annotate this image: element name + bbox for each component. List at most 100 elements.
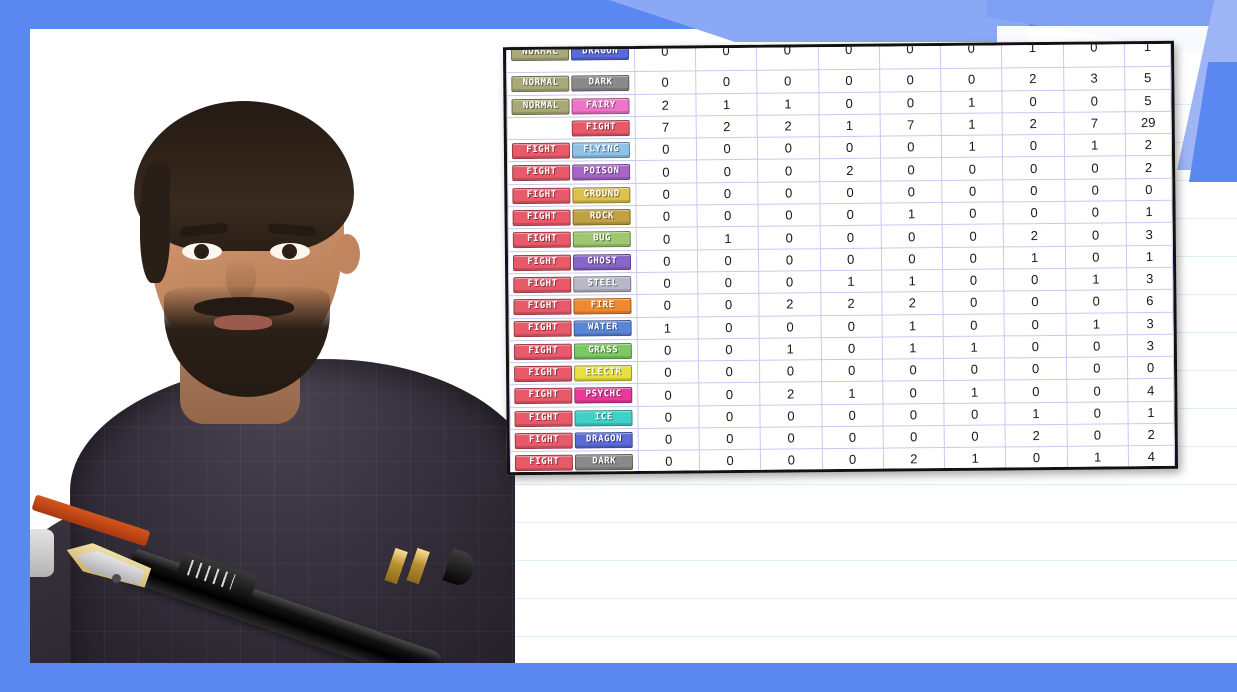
count-cell[interactable]: 1: [1063, 133, 1126, 157]
count-cell[interactable]: 0: [1002, 156, 1065, 180]
row-total-cell[interactable]: 5: [1124, 88, 1172, 112]
count-cell[interactable]: 2: [759, 292, 821, 316]
count-cell[interactable]: 0: [756, 40, 819, 62]
count-cell[interactable]: 0: [636, 249, 698, 273]
count-cell[interactable]: 0: [697, 248, 759, 272]
count-cell[interactable]: 0: [820, 314, 883, 338]
count-cell[interactable]: 0: [635, 182, 697, 206]
count-cell[interactable]: 1: [943, 335, 1005, 359]
count-cell[interactable]: 2: [1005, 424, 1067, 448]
count-cell[interactable]: 1: [1065, 267, 1127, 291]
count-cell[interactable]: 7: [879, 113, 942, 137]
row-total-cell[interactable]: 6: [1126, 289, 1174, 313]
count-cell[interactable]: 0: [1004, 357, 1067, 381]
type-combination-cell[interactable]: FIGHT DARK: [510, 450, 639, 475]
count-cell[interactable]: 0: [942, 268, 1005, 292]
count-cell[interactable]: 1: [944, 447, 1006, 471]
count-cell[interactable]: 1: [818, 114, 881, 137]
count-cell[interactable]: 0: [699, 427, 761, 451]
count-cell[interactable]: 0: [1066, 356, 1128, 380]
type-combination-cell[interactable]: FIGHT ELECTR: [509, 361, 638, 386]
count-cell[interactable]: 0: [636, 271, 698, 295]
count-cell[interactable]: 1: [941, 135, 1003, 159]
count-cell[interactable]: 1: [880, 202, 943, 226]
count-cell[interactable]: 0: [698, 382, 761, 406]
count-cell[interactable]: 0: [1002, 89, 1064, 113]
count-cell[interactable]: 0: [1005, 446, 1068, 470]
row-total-cell[interactable]: 3: [1126, 222, 1173, 246]
count-cell[interactable]: 0: [817, 40, 880, 62]
count-cell[interactable]: 1: [882, 336, 944, 360]
count-cell[interactable]: 0: [942, 224, 1004, 248]
count-cell[interactable]: 0: [1064, 178, 1126, 202]
row-total-cell[interactable]: 1: [1125, 200, 1173, 224]
count-cell[interactable]: 1: [1003, 246, 1066, 269]
count-cell[interactable]: 2: [757, 114, 819, 138]
count-cell[interactable]: 0: [696, 159, 759, 183]
count-cell[interactable]: 0: [635, 227, 698, 251]
count-cell[interactable]: 1: [1066, 446, 1129, 469]
type-combination-cell[interactable]: FIGHT DRAGON: [510, 428, 639, 453]
row-total-cell[interactable]: 2: [1128, 423, 1175, 447]
count-cell[interactable]: 0: [758, 226, 820, 249]
count-cell[interactable]: 0: [1066, 401, 1129, 425]
count-cell[interactable]: 0: [940, 40, 1002, 60]
count-cell[interactable]: 1: [636, 316, 699, 340]
count-cell[interactable]: 0: [696, 137, 758, 161]
count-cell[interactable]: 0: [637, 405, 700, 429]
row-total-cell[interactable]: 0: [1125, 178, 1172, 201]
count-cell[interactable]: 0: [1064, 223, 1127, 247]
count-cell[interactable]: 0: [941, 157, 1004, 181]
count-cell[interactable]: 2: [1003, 223, 1066, 247]
count-cell[interactable]: 0: [1005, 379, 1067, 403]
count-cell[interactable]: 1: [1065, 312, 1128, 336]
count-cell[interactable]: 0: [635, 160, 697, 184]
row-total-cell[interactable]: 29: [1125, 111, 1172, 134]
count-cell[interactable]: 0: [695, 70, 758, 94]
count-cell[interactable]: 0: [696, 182, 759, 205]
count-cell[interactable]: 0: [1004, 335, 1067, 359]
count-cell[interactable]: 0: [698, 315, 760, 339]
count-cell[interactable]: 0: [879, 40, 941, 61]
row-total-cell[interactable]: 3: [1126, 267, 1173, 291]
type-combination-cell[interactable]: FIGHT ROCK: [507, 205, 636, 230]
count-cell[interactable]: 1: [759, 337, 822, 361]
count-cell[interactable]: 0: [942, 291, 1005, 315]
row-total-cell[interactable]: 2: [1125, 155, 1172, 179]
count-cell[interactable]: 0: [882, 358, 944, 382]
count-cell[interactable]: 0: [942, 202, 1004, 225]
type-combination-cell[interactable]: NORMAL FAIRY: [506, 94, 635, 118]
count-cell[interactable]: 0: [696, 204, 759, 228]
count-cell[interactable]: 0: [637, 427, 700, 451]
count-cell[interactable]: 0: [1064, 156, 1126, 180]
count-cell[interactable]: 0: [880, 135, 942, 159]
count-cell[interactable]: 0: [880, 180, 943, 204]
count-cell[interactable]: 0: [758, 248, 821, 272]
count-cell[interactable]: 0: [821, 426, 884, 450]
count-cell[interactable]: 0: [821, 448, 884, 472]
count-cell[interactable]: 0: [1003, 268, 1066, 292]
count-cell[interactable]: 0: [1004, 290, 1066, 314]
type-combination-cell[interactable]: FIGHT FIRE: [508, 294, 637, 319]
spreadsheet-panel[interactable]: NORMAL DRAGON 0 0 0 0 0 0 1 0 1 NORMAL DARK 0 0 0 0 0 0 2 3 5…: [502, 40, 1179, 476]
count-cell[interactable]: 0: [758, 270, 821, 294]
count-cell[interactable]: 0: [882, 425, 945, 449]
count-cell[interactable]: 0: [940, 68, 1003, 92]
count-cell[interactable]: 0: [879, 68, 941, 92]
count-cell[interactable]: 0: [820, 336, 883, 360]
count-cell[interactable]: 2: [883, 447, 945, 471]
count-cell[interactable]: 0: [635, 138, 697, 161]
count-cell[interactable]: 0: [1065, 245, 1127, 269]
count-cell[interactable]: 2: [696, 115, 758, 139]
count-cell[interactable]: 2: [1002, 112, 1064, 136]
count-cell[interactable]: 0: [759, 315, 821, 339]
count-cell[interactable]: 0: [1003, 179, 1065, 203]
count-cell[interactable]: 0: [819, 180, 881, 204]
type-combination-cell[interactable]: FIGHT PSYCHC: [509, 383, 638, 408]
type-combination-cell[interactable]: XXXXXXFIGHT: [507, 116, 636, 140]
count-cell[interactable]: 0: [760, 404, 822, 428]
count-cell[interactable]: 2: [819, 158, 881, 182]
row-total-cell[interactable]: 5: [1124, 66, 1171, 90]
count-cell[interactable]: 3: [1063, 67, 1125, 90]
count-cell[interactable]: 1: [940, 90, 1003, 114]
